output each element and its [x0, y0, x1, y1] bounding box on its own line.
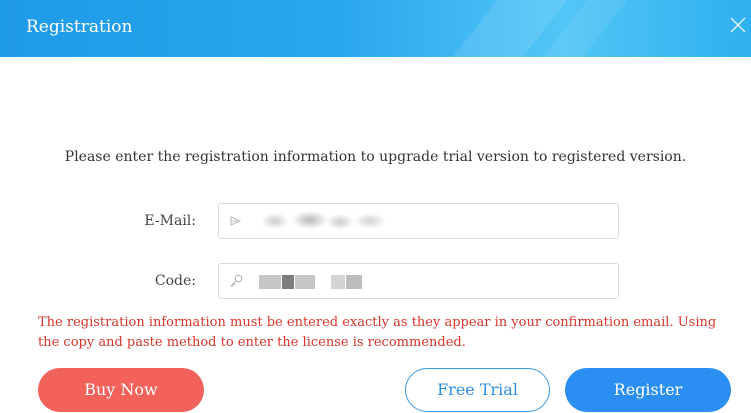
email-field[interactable] — [218, 203, 619, 239]
instruction-text: Please enter the registration informatio… — [64, 149, 687, 165]
code-redacted — [259, 275, 281, 289]
buy-now-button[interactable]: Buy Now — [38, 368, 204, 412]
email-redacted — [255, 210, 395, 232]
close-icon[interactable] — [727, 14, 749, 36]
email-label: E-Mail: — [144, 213, 196, 229]
free-trial-button[interactable]: Free Trial — [405, 368, 550, 412]
key-icon — [228, 273, 244, 289]
code-field[interactable] — [218, 263, 619, 299]
code-redacted — [282, 275, 294, 289]
warning-text: The registration information must be ent… — [38, 315, 717, 350]
code-label: Code: — [154, 273, 196, 289]
mail-icon — [228, 213, 244, 229]
registration-dialog: Registration Please enter the registrati… — [0, 0, 751, 413]
register-button[interactable]: Register — [565, 368, 731, 412]
code-redacted — [346, 275, 362, 289]
code-redacted — [331, 275, 345, 289]
title-bar: Registration — [0, 0, 751, 57]
window-title: Registration — [26, 17, 133, 37]
code-redacted — [295, 275, 315, 289]
